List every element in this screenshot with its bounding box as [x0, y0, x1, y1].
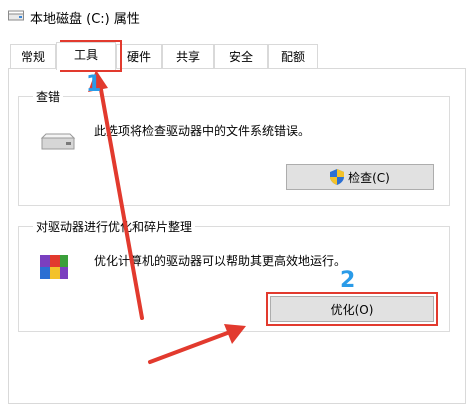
- arrow-to-optimize-button: [148, 330, 232, 364]
- arrow-to-tools-tab: [98, 82, 144, 320]
- step-2-label: 2: [340, 268, 356, 293]
- step-1-label: 1: [86, 72, 102, 97]
- tab-tools[interactable]: 工具: [56, 42, 116, 70]
